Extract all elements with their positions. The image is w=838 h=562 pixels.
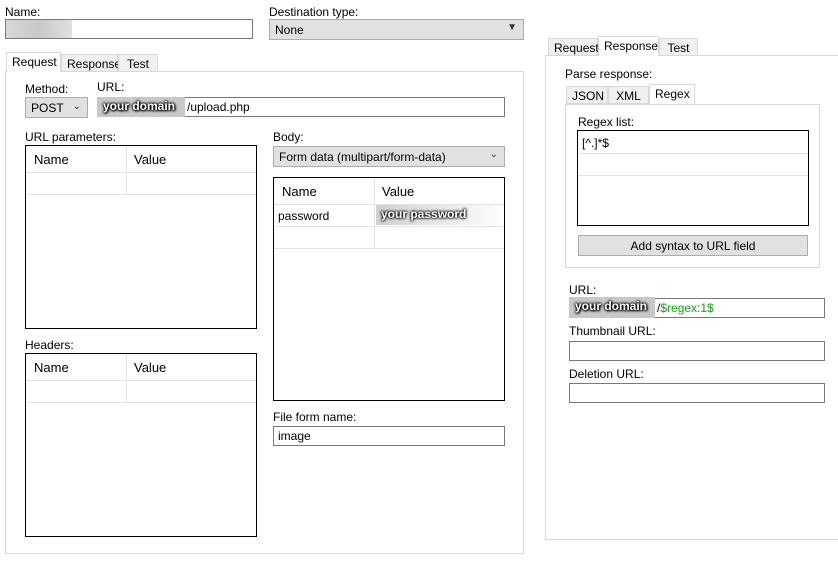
list-item[interactable]: [^.]*$ bbox=[578, 131, 808, 154]
method-label: Method: bbox=[25, 82, 69, 96]
method-value: POST bbox=[31, 101, 64, 115]
parse-response-label: Parse response: bbox=[565, 67, 653, 81]
chevron-down-icon: ⌄ bbox=[72, 101, 81, 112]
list-item[interactable] bbox=[578, 154, 808, 176]
tab-response[interactable]: Response bbox=[598, 36, 659, 56]
file-form-name-value: image bbox=[278, 429, 311, 443]
cell-value: your password bbox=[381, 207, 467, 221]
grid-header: Name Value bbox=[26, 146, 256, 173]
add-syntax-button[interactable]: Add syntax to URL field bbox=[578, 235, 808, 256]
headers-label: Headers: bbox=[25, 338, 74, 352]
body-label: Body: bbox=[273, 130, 304, 144]
destination-type-label: Destination type: bbox=[269, 5, 359, 19]
tab-request[interactable]: Request bbox=[548, 38, 599, 56]
url-parameters-label: URL parameters: bbox=[25, 130, 116, 144]
column-divider bbox=[126, 354, 127, 402]
regex-item-text: [^.]*$ bbox=[582, 136, 609, 150]
column-divider bbox=[374, 178, 375, 248]
column-name: Name bbox=[34, 152, 69, 167]
url-suffix: /upload.php bbox=[187, 100, 250, 114]
name-label: Name: bbox=[5, 5, 41, 19]
grid-row[interactable] bbox=[26, 381, 256, 403]
thumbnail-url-label: Thumbnail URL: bbox=[569, 324, 656, 338]
body-grid[interactable]: Name Value password your password bbox=[273, 177, 505, 401]
cell-name: password bbox=[278, 209, 330, 223]
tab-test[interactable]: Test bbox=[659, 38, 698, 56]
grid-row[interactable] bbox=[26, 173, 256, 195]
regex-list[interactable]: [^.]*$ bbox=[577, 130, 809, 226]
tab-request[interactable]: Request bbox=[6, 52, 61, 72]
dropdown-arrow-icon: ▼ bbox=[507, 22, 517, 33]
column-value: Value bbox=[134, 360, 167, 375]
grid-row[interactable] bbox=[274, 227, 504, 249]
grid-header: Name Value bbox=[26, 354, 256, 381]
thumbnail-url-input[interactable] bbox=[569, 341, 825, 361]
body-type-select[interactable]: Form data (multipart/form-data) ⌄ bbox=[273, 146, 505, 167]
headers-grid[interactable]: Name Value bbox=[25, 353, 257, 537]
column-name: Name bbox=[34, 360, 69, 375]
file-form-name-label: File form name: bbox=[273, 410, 357, 424]
column-value: Value bbox=[382, 184, 415, 199]
grid-header: Name Value bbox=[274, 178, 504, 205]
column-divider bbox=[126, 146, 127, 194]
tab-response[interactable]: Response bbox=[61, 54, 121, 72]
tab-json[interactable]: JSON bbox=[566, 86, 608, 104]
chevron-down-icon: ⌄ bbox=[489, 149, 498, 160]
url-label: URL: bbox=[97, 80, 125, 94]
tab-regex[interactable]: Regex bbox=[649, 84, 695, 104]
column-value: Value bbox=[134, 152, 167, 167]
deletion-url-input[interactable] bbox=[569, 383, 825, 403]
destination-type-select[interactable]: None ▼ bbox=[269, 19, 524, 40]
response-url-label: URL: bbox=[569, 283, 597, 297]
redacted-domain-text: your domain bbox=[103, 99, 176, 113]
regex-list-label: Regex list: bbox=[578, 115, 635, 129]
tab-xml[interactable]: XML bbox=[608, 86, 649, 104]
redacted-domain: your domain bbox=[97, 97, 185, 117]
redacted-password: your password bbox=[376, 205, 504, 225]
blurred-name bbox=[6, 20, 72, 38]
file-form-name-input[interactable]: image bbox=[273, 426, 505, 446]
column-name: Name bbox=[282, 184, 317, 199]
url-syntax: $regex:1$ bbox=[660, 301, 714, 315]
deletion-url-label: Deletion URL: bbox=[569, 367, 644, 381]
tab-test[interactable]: Test bbox=[118, 54, 158, 72]
method-select[interactable]: POST ⌄ bbox=[25, 97, 88, 118]
grid-row[interactable]: password your password bbox=[274, 205, 504, 227]
body-type-value: Form data (multipart/form-data) bbox=[279, 150, 446, 164]
url-parameters-grid[interactable]: Name Value bbox=[25, 145, 257, 329]
redacted-domain: your domain bbox=[569, 297, 655, 318]
redacted-domain-text: your domain bbox=[575, 299, 648, 313]
destination-type-value: None bbox=[275, 23, 304, 37]
